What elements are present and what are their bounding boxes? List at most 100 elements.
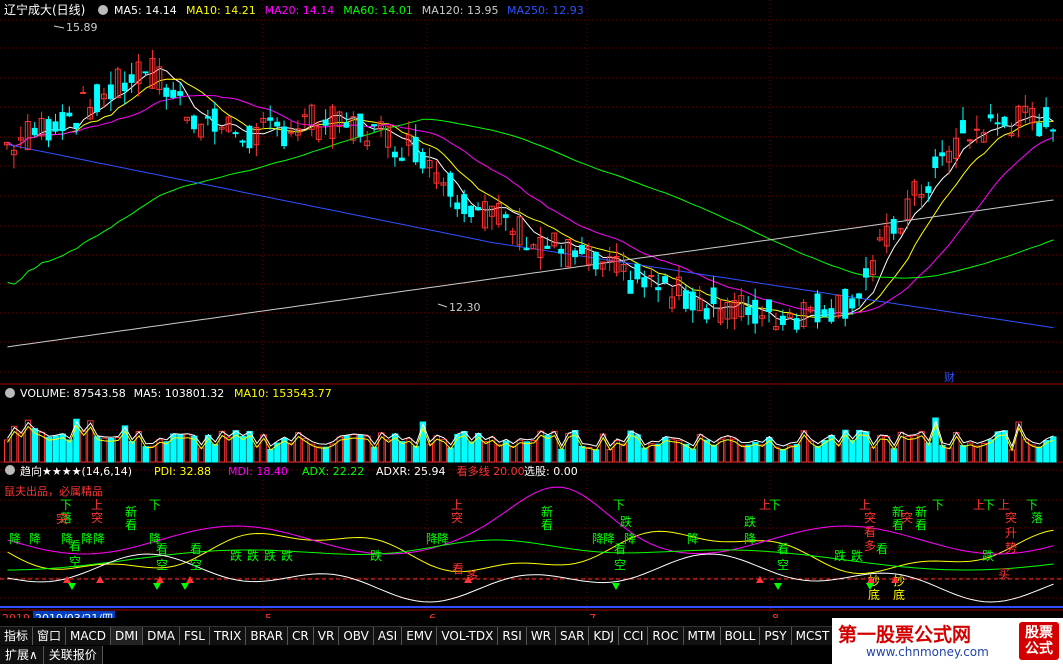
volume-label: MA10: 153543.77 — [234, 387, 332, 400]
candle-body — [45, 119, 52, 141]
candle — [419, 148, 426, 174]
candle-body — [343, 122, 350, 128]
candle — [703, 304, 710, 324]
volume-bar — [447, 447, 454, 463]
candle — [87, 98, 94, 121]
candle — [1008, 122, 1015, 138]
signal-label: 降 — [437, 532, 449, 546]
tab-boll[interactable]: BOLL — [720, 627, 761, 645]
volume-bar — [197, 447, 205, 463]
tab-窗口[interactable]: 窗口 — [33, 627, 67, 645]
tab-asi[interactable]: ASI — [373, 627, 403, 645]
volume-bar — [689, 448, 697, 463]
tab-wr[interactable]: WR — [526, 627, 557, 645]
month-label: 6 — [429, 612, 436, 618]
indicator-label: 趋向★★★★(14,6,14) — [20, 464, 132, 478]
signal-label: 下 — [149, 498, 161, 512]
candle — [204, 109, 211, 126]
tab-指标[interactable]: 指标 — [0, 627, 34, 645]
candle-body — [31, 127, 38, 136]
candle — [523, 236, 530, 251]
volume-bar — [558, 448, 565, 463]
signal-label: 落 — [1031, 511, 1043, 525]
candle — [232, 130, 239, 138]
tab-obv[interactable]: OBV — [339, 627, 374, 645]
tab-mcst[interactable]: MCST — [791, 627, 835, 645]
tab2-关联报价[interactable]: 关联报价 — [43, 646, 103, 664]
tab-dma[interactable]: DMA — [143, 627, 180, 645]
volume-bar — [883, 436, 891, 463]
collapse-icon[interactable] — [5, 465, 15, 475]
volume-bar — [100, 437, 108, 463]
candle — [301, 108, 308, 129]
candle — [772, 312, 779, 331]
tab-fsl[interactable]: FSL — [179, 627, 210, 645]
tab-sar[interactable]: SAR — [556, 627, 590, 645]
signal-label: 突 — [864, 510, 876, 525]
volume-bar — [620, 443, 627, 463]
tab-psy[interactable]: PSY — [760, 627, 792, 645]
volume-bar — [946, 447, 953, 463]
candle — [544, 237, 551, 249]
sell-arrow-icon — [68, 583, 76, 590]
ma-label: MA5: 14.14 — [114, 4, 177, 17]
collapse-icon[interactable] — [98, 5, 108, 15]
candle — [73, 122, 80, 135]
watermark-logo: 第一股票公式网 www.chnmoney.com 股票 公式 — [832, 618, 1063, 664]
signal-label: 突 — [451, 510, 463, 525]
signal-label: 空 — [614, 558, 626, 572]
signal-label: 跌 — [370, 548, 382, 563]
tab2-扩展∧[interactable]: 扩展∧ — [0, 646, 44, 664]
candle-body — [142, 71, 149, 74]
candle-body — [121, 82, 128, 92]
candle-body — [544, 245, 551, 249]
tab-dmi[interactable]: DMI — [111, 627, 144, 645]
stock-chart[interactable]: 下落突上突 新看下降降降降降看空降看空看空跌跌跌跌跌上突降降看 多新看下跌降降 降看空… — [0, 0, 1063, 625]
volume-bar — [107, 437, 115, 463]
signal-label: 多 — [864, 539, 876, 553]
candle-body — [128, 74, 135, 83]
collapse-icon[interactable] — [5, 388, 15, 398]
candle — [468, 204, 475, 223]
ma-label: MA20: 14.14 — [265, 4, 335, 17]
sell-arrow-icon — [181, 583, 189, 590]
moving-average-lines — [7, 67, 1054, 348]
signal-label: 跌 — [982, 548, 994, 563]
tab-roc[interactable]: ROC — [648, 627, 684, 645]
volume-bar — [669, 438, 676, 463]
tab-vol-tdx[interactable]: VOL-TDX — [437, 627, 499, 645]
candle — [973, 115, 980, 144]
tab-vr[interactable]: VR — [313, 627, 340, 645]
volume-bar — [592, 449, 600, 463]
tab-cr[interactable]: CR — [288, 627, 314, 645]
indicator-label: ADX: 22.22 — [302, 465, 364, 478]
volume-bar — [544, 434, 551, 463]
tab-mtm[interactable]: MTM — [683, 627, 721, 645]
candle-body — [814, 293, 821, 323]
volume-bar — [66, 439, 73, 463]
tab-rsi[interactable]: RSI — [498, 627, 527, 645]
tab-emv[interactable]: EMV — [402, 627, 438, 645]
candle — [211, 101, 218, 145]
tab-kdj[interactable]: KDJ — [589, 627, 620, 645]
candle-body — [274, 121, 281, 127]
candle — [426, 147, 433, 178]
tab-macd[interactable]: MACD — [66, 627, 112, 645]
volume-bar — [468, 441, 475, 463]
signal-label: 跌 — [851, 548, 863, 563]
candle — [440, 177, 447, 197]
signal-labels: 下落突上突 新看下降降降降降看空降看空看空跌跌跌跌跌上突降降看 多新看下跌降降 降看空… — [9, 498, 1043, 602]
tab-trix[interactable]: TRIX — [209, 627, 247, 645]
volume-bar — [156, 439, 163, 463]
volume-bar — [426, 443, 434, 463]
candle-body — [454, 202, 461, 210]
high-pointer — [53, 25, 65, 29]
candle-body — [239, 140, 246, 143]
candle — [897, 227, 904, 235]
candle — [731, 292, 738, 330]
volume-bar — [1029, 444, 1036, 463]
tab-brar[interactable]: BRAR — [246, 627, 289, 645]
candle — [322, 109, 329, 135]
candle — [960, 106, 966, 134]
tab-cci[interactable]: CCI — [619, 627, 649, 645]
